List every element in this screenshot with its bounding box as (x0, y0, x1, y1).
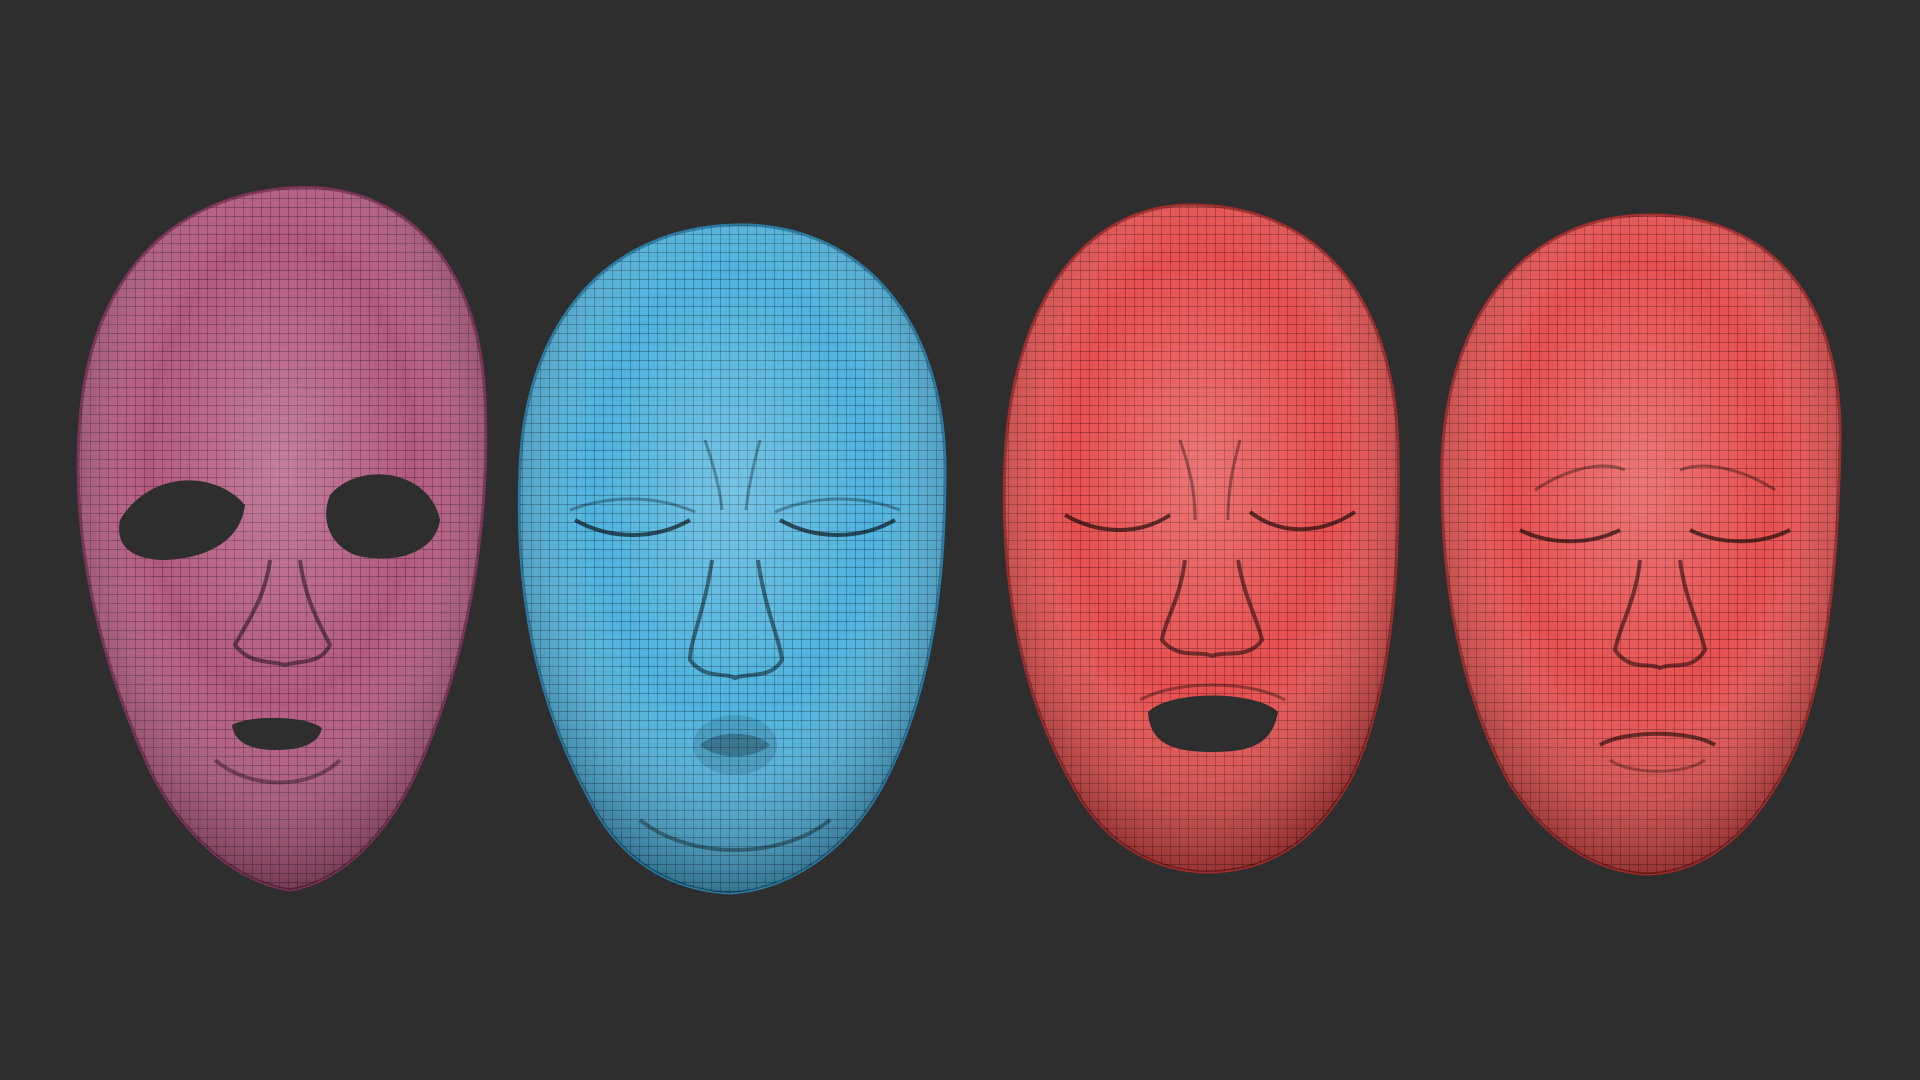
masks-render (76, 185, 1842, 895)
mask-sad (1440, 213, 1842, 876)
mask-open-eyes (76, 185, 488, 892)
mask-pucker (517, 223, 947, 895)
mask-grimace (1002, 203, 1400, 874)
mouth-hole (1148, 695, 1278, 752)
viewport-canvas (0, 0, 1920, 1080)
